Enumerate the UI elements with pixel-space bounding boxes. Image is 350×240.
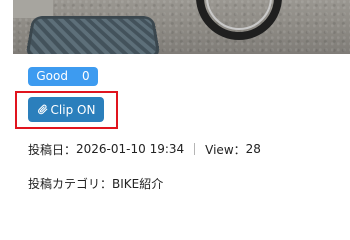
post-category: 投稿カテゴリ： BIKE紹介 xyxy=(28,175,163,191)
post-meta: 投稿日： 2026-01-10 19:34 View： 28 xyxy=(28,141,261,157)
paperclip-icon xyxy=(37,104,48,115)
clip-button-label: Clip ON xyxy=(50,102,96,117)
view-count-value: 28 xyxy=(245,142,261,156)
good-count: 0 xyxy=(81,69,90,83)
category-label: 投稿カテゴリ： xyxy=(28,176,113,191)
meta-divider xyxy=(194,143,196,155)
photo-manhole-cover xyxy=(25,16,161,54)
posted-date-label: 投稿日： xyxy=(28,142,77,157)
category-value: BIKE紹介 xyxy=(112,176,164,191)
good-label: Good xyxy=(36,69,68,83)
view-count-label: View： xyxy=(205,142,246,157)
clip-button[interactable]: Clip ON xyxy=(28,97,104,122)
article-photo xyxy=(13,0,350,54)
good-button[interactable]: Good 0 xyxy=(28,67,98,86)
posted-date-value: 2026-01-10 19:34 xyxy=(76,142,185,156)
